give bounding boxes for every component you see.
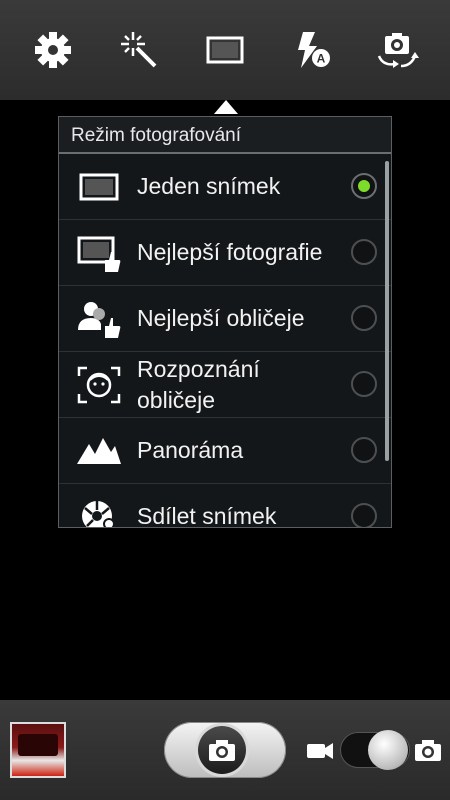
- popup-pointer: [214, 100, 238, 114]
- radio-button[interactable]: [351, 172, 377, 199]
- popup-title: Režim fotografování: [59, 117, 391, 154]
- mode-item-face-detection[interactable]: Rozpoznání obličeje: [59, 352, 391, 418]
- mode-label: Rozpoznání obličeje: [137, 355, 260, 413]
- radio-button[interactable]: [351, 370, 377, 397]
- flash-button[interactable]: A: [281, 20, 341, 80]
- camera-mode-switch[interactable]: [306, 728, 442, 772]
- popup-scrollbar[interactable]: [385, 161, 389, 461]
- shooting-mode-icon: [206, 36, 244, 64]
- mode-label: Nejlepší obličeje: [137, 305, 305, 331]
- single-shot-icon: [69, 163, 129, 211]
- magic-wand-icon: [121, 32, 157, 68]
- mode-item-best-photo[interactable]: Nejlepší fotografie: [59, 220, 391, 286]
- radio-button[interactable]: [351, 238, 377, 265]
- radio-button[interactable]: [351, 436, 377, 463]
- camera-settings-toolbar: A: [0, 0, 450, 100]
- mode-label: Panoráma: [137, 437, 244, 463]
- switch-camera-button[interactable]: [367, 20, 427, 80]
- gallery-thumbnail[interactable]: [10, 722, 66, 778]
- share-shot-icon: [69, 493, 129, 527]
- mode-item-panorama[interactable]: Panoráma: [59, 418, 391, 484]
- switch-camera-icon: [377, 33, 419, 68]
- photo-camera-icon: [415, 740, 441, 761]
- panorama-icon: [69, 427, 129, 475]
- best-photo-icon: [69, 229, 129, 277]
- shutter-button[interactable]: [164, 722, 286, 778]
- gear-icon: [35, 32, 71, 68]
- face-detection-icon: [69, 361, 129, 409]
- camera-icon: [209, 740, 235, 761]
- radio-button[interactable]: [351, 304, 377, 331]
- effects-button[interactable]: [109, 20, 169, 80]
- mode-item-best-faces[interactable]: Nejlepší obličeje: [59, 286, 391, 352]
- video-camera-icon: [307, 743, 333, 759]
- best-faces-icon: [69, 295, 129, 343]
- shooting-mode-popup: Režim fotografování Jeden snímek Nejlepš…: [58, 116, 392, 528]
- mode-item-share-shot[interactable]: Sdílet snímek: [59, 484, 391, 528]
- shooting-mode-button[interactable]: [195, 20, 255, 80]
- mode-label: Sdílet snímek: [137, 503, 277, 528]
- settings-button[interactable]: [23, 20, 83, 80]
- svg-text:A: A: [317, 52, 326, 66]
- switch-knob[interactable]: [368, 730, 408, 770]
- shutter-inner: [198, 726, 246, 774]
- radio-button[interactable]: [351, 502, 377, 527]
- mode-label: Jeden snímek: [137, 173, 281, 199]
- mode-item-single-shot[interactable]: Jeden snímek: [59, 154, 391, 220]
- flash-auto-icon: A: [298, 32, 330, 68]
- mode-label: Nejlepší fotografie: [137, 239, 323, 265]
